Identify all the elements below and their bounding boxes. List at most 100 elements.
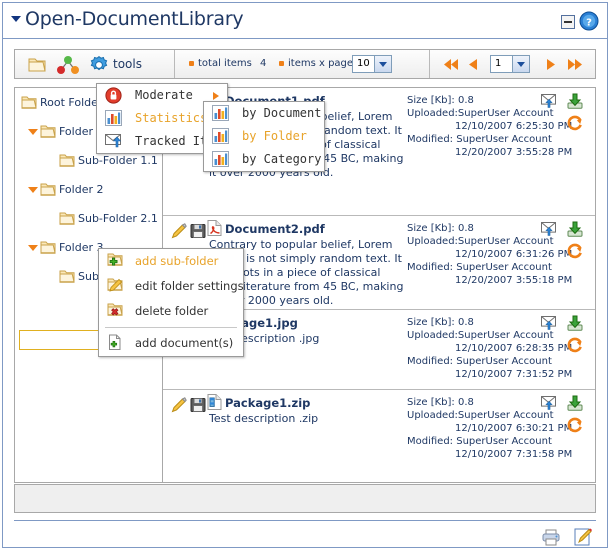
menu-item-label: edit folder settings bbox=[135, 279, 244, 293]
meta-size-label: Size [Kb]: bbox=[407, 317, 455, 328]
pdf-file-icon bbox=[207, 220, 222, 239]
download-icon[interactable] bbox=[567, 93, 583, 112]
minimize-button[interactable] bbox=[561, 15, 575, 29]
meta-modified-at: 12/20/2007 3:55:28 PM bbox=[455, 147, 573, 158]
bar-chart-icon bbox=[212, 151, 229, 175]
menu-item-label: by Category bbox=[242, 152, 322, 166]
tree-node-sub-folder-2-1[interactable]: Sub-Folder 2.1 bbox=[15, 210, 162, 227]
tree-twisty-icon[interactable] bbox=[28, 129, 38, 135]
tree-node-label: Folder 3 bbox=[59, 241, 104, 254]
items-per-page-block: items x page bbox=[279, 58, 353, 69]
page-number-select[interactable]: 1 bbox=[490, 55, 530, 73]
meta-size-value: 0.8 bbox=[457, 317, 474, 328]
document-description: Test description .zip bbox=[209, 412, 319, 425]
pager-last-button[interactable] bbox=[568, 59, 582, 73]
pager-prev-button[interactable] bbox=[469, 59, 477, 73]
meta-uploaded-label: Uploaded: bbox=[407, 330, 458, 341]
refresh-icon[interactable] bbox=[567, 243, 583, 262]
meta-uploaded-at: 12/10/2007 6:30:21 PM bbox=[455, 423, 573, 434]
download-icon[interactable] bbox=[567, 395, 583, 414]
printer-icon[interactable] bbox=[541, 527, 561, 550]
edit-pencil-icon[interactable] bbox=[171, 397, 187, 416]
meta-uploaded-by: SuperUser Account bbox=[457, 410, 554, 421]
subscribe-mail-icon[interactable] bbox=[541, 222, 558, 239]
document-title[interactable]: Document2.pdf bbox=[225, 222, 325, 236]
collapse-triangle-icon[interactable] bbox=[11, 16, 21, 22]
edit-pencil-icon[interactable] bbox=[171, 223, 187, 242]
toolbar-info-segment: total items 4 items x page 10 bbox=[175, 50, 430, 78]
folder-icon bbox=[59, 211, 75, 229]
folder-context-menu[interactable]: add sub-folder edit folder settings delete… bbox=[98, 248, 244, 357]
category-nodes-icon[interactable] bbox=[57, 55, 79, 78]
meta-size-label: Size [Kb]: bbox=[407, 95, 455, 106]
save-floppy-icon[interactable] bbox=[190, 397, 206, 416]
statistics-menu-item-by-document[interactable]: by Document bbox=[204, 102, 324, 125]
folder-delete-icon bbox=[107, 302, 125, 328]
menu-item-label: by Folder bbox=[242, 129, 308, 143]
refresh-icon[interactable] bbox=[567, 417, 583, 436]
row-action-icons bbox=[171, 397, 206, 416]
page-number-value: 1 bbox=[495, 58, 502, 69]
statistics-submenu[interactable]: by Document by Folder by Category bbox=[203, 101, 325, 172]
tree-node-folder-2[interactable]: Folder 2 bbox=[15, 181, 162, 198]
tree-twisty-icon[interactable] bbox=[28, 245, 38, 251]
tree-node-label: Sub-Folder 2.1 bbox=[78, 212, 158, 225]
footer-divider bbox=[14, 520, 596, 521]
meta-uploaded-by: SuperUser Account bbox=[457, 108, 554, 119]
meta-modified-label: Modified: bbox=[407, 356, 454, 367]
meta-uploaded-at: 12/10/2007 6:28:35 PM bbox=[455, 343, 573, 354]
edit-pencil-icon[interactable] bbox=[573, 527, 593, 550]
menu-item-label: Statistics bbox=[135, 111, 208, 125]
pager-first-button[interactable] bbox=[444, 59, 458, 73]
folder-icon bbox=[40, 240, 56, 258]
folder-icon bbox=[40, 182, 56, 200]
chevron-down-icon[interactable] bbox=[512, 56, 529, 72]
meta-uploaded-by: SuperUser Account bbox=[457, 330, 554, 341]
zip-file-icon bbox=[207, 394, 222, 413]
document-add-icon bbox=[107, 334, 125, 360]
total-items-label: total items bbox=[198, 58, 252, 69]
menu-item-label: add document(s) bbox=[135, 336, 234, 350]
chevron-down-icon[interactable] bbox=[374, 56, 391, 72]
context-menu-item-add-sub-folder[interactable]: add sub-folder bbox=[99, 249, 243, 274]
items-per-page-select[interactable]: 10 bbox=[352, 55, 392, 73]
tree-twisty-icon[interactable] bbox=[28, 187, 38, 193]
statistics-menu-item-by-category[interactable]: by Category bbox=[204, 148, 324, 171]
meta-size-value: 0.8 bbox=[457, 95, 474, 106]
context-menu-item-add-document-s-[interactable]: add document(s) bbox=[99, 331, 243, 356]
help-circle-icon[interactable]: ? bbox=[579, 11, 599, 31]
refresh-icon[interactable] bbox=[567, 115, 583, 134]
download-icon[interactable] bbox=[567, 315, 583, 334]
status-strip bbox=[14, 484, 596, 513]
refresh-icon[interactable] bbox=[567, 337, 583, 356]
menu-item-label: Moderate bbox=[135, 88, 193, 102]
meta-uploaded-by: SuperUser Account bbox=[457, 236, 554, 247]
context-menu-item-delete-folder[interactable]: delete folder bbox=[99, 299, 243, 324]
document-row[interactable]: Package1.zip Test description .zip Size [K… bbox=[163, 390, 595, 482]
subscribe-mail-icon[interactable] bbox=[541, 396, 558, 413]
menu-item-label: add sub-folder bbox=[135, 254, 219, 268]
tree-node-sub-folder-1-1[interactable]: Sub-Folder 1.1 bbox=[15, 152, 162, 169]
download-icon[interactable] bbox=[567, 221, 583, 240]
meta-uploaded-at: 12/10/2007 6:31:26 PM bbox=[455, 249, 573, 260]
tools-menu-label[interactable]: tools bbox=[113, 57, 142, 71]
subscribe-mail-icon[interactable] bbox=[541, 94, 558, 111]
meta-uploaded-label: Uploaded: bbox=[407, 108, 458, 119]
folder-icon bbox=[59, 153, 75, 171]
tree-node-label: Folder 2 bbox=[59, 183, 104, 196]
folder-icon[interactable] bbox=[27, 55, 47, 78]
gear-icon[interactable] bbox=[89, 55, 109, 78]
pager-next-button[interactable] bbox=[547, 59, 555, 73]
document-library-module: Open-DocumentLibrary ? tools total items… bbox=[2, 2, 608, 548]
statistics-menu-items: by Document by Folder by Category bbox=[204, 102, 324, 171]
save-floppy-icon[interactable] bbox=[190, 223, 206, 242]
svg-text:?: ? bbox=[586, 18, 592, 29]
statistics-menu-item-by-folder[interactable]: by Folder bbox=[204, 125, 324, 148]
meta-modified-by: SuperUser Account bbox=[456, 436, 552, 447]
subscribe-mail-icon[interactable] bbox=[541, 316, 558, 333]
bullet-icon bbox=[189, 60, 194, 66]
context-menu-item-edit-folder-settings[interactable]: edit folder settings bbox=[99, 274, 244, 299]
footer-action-icons bbox=[529, 527, 593, 549]
document-title[interactable]: Package1.zip bbox=[225, 396, 310, 410]
items-per-page-label: items x page bbox=[288, 58, 354, 69]
